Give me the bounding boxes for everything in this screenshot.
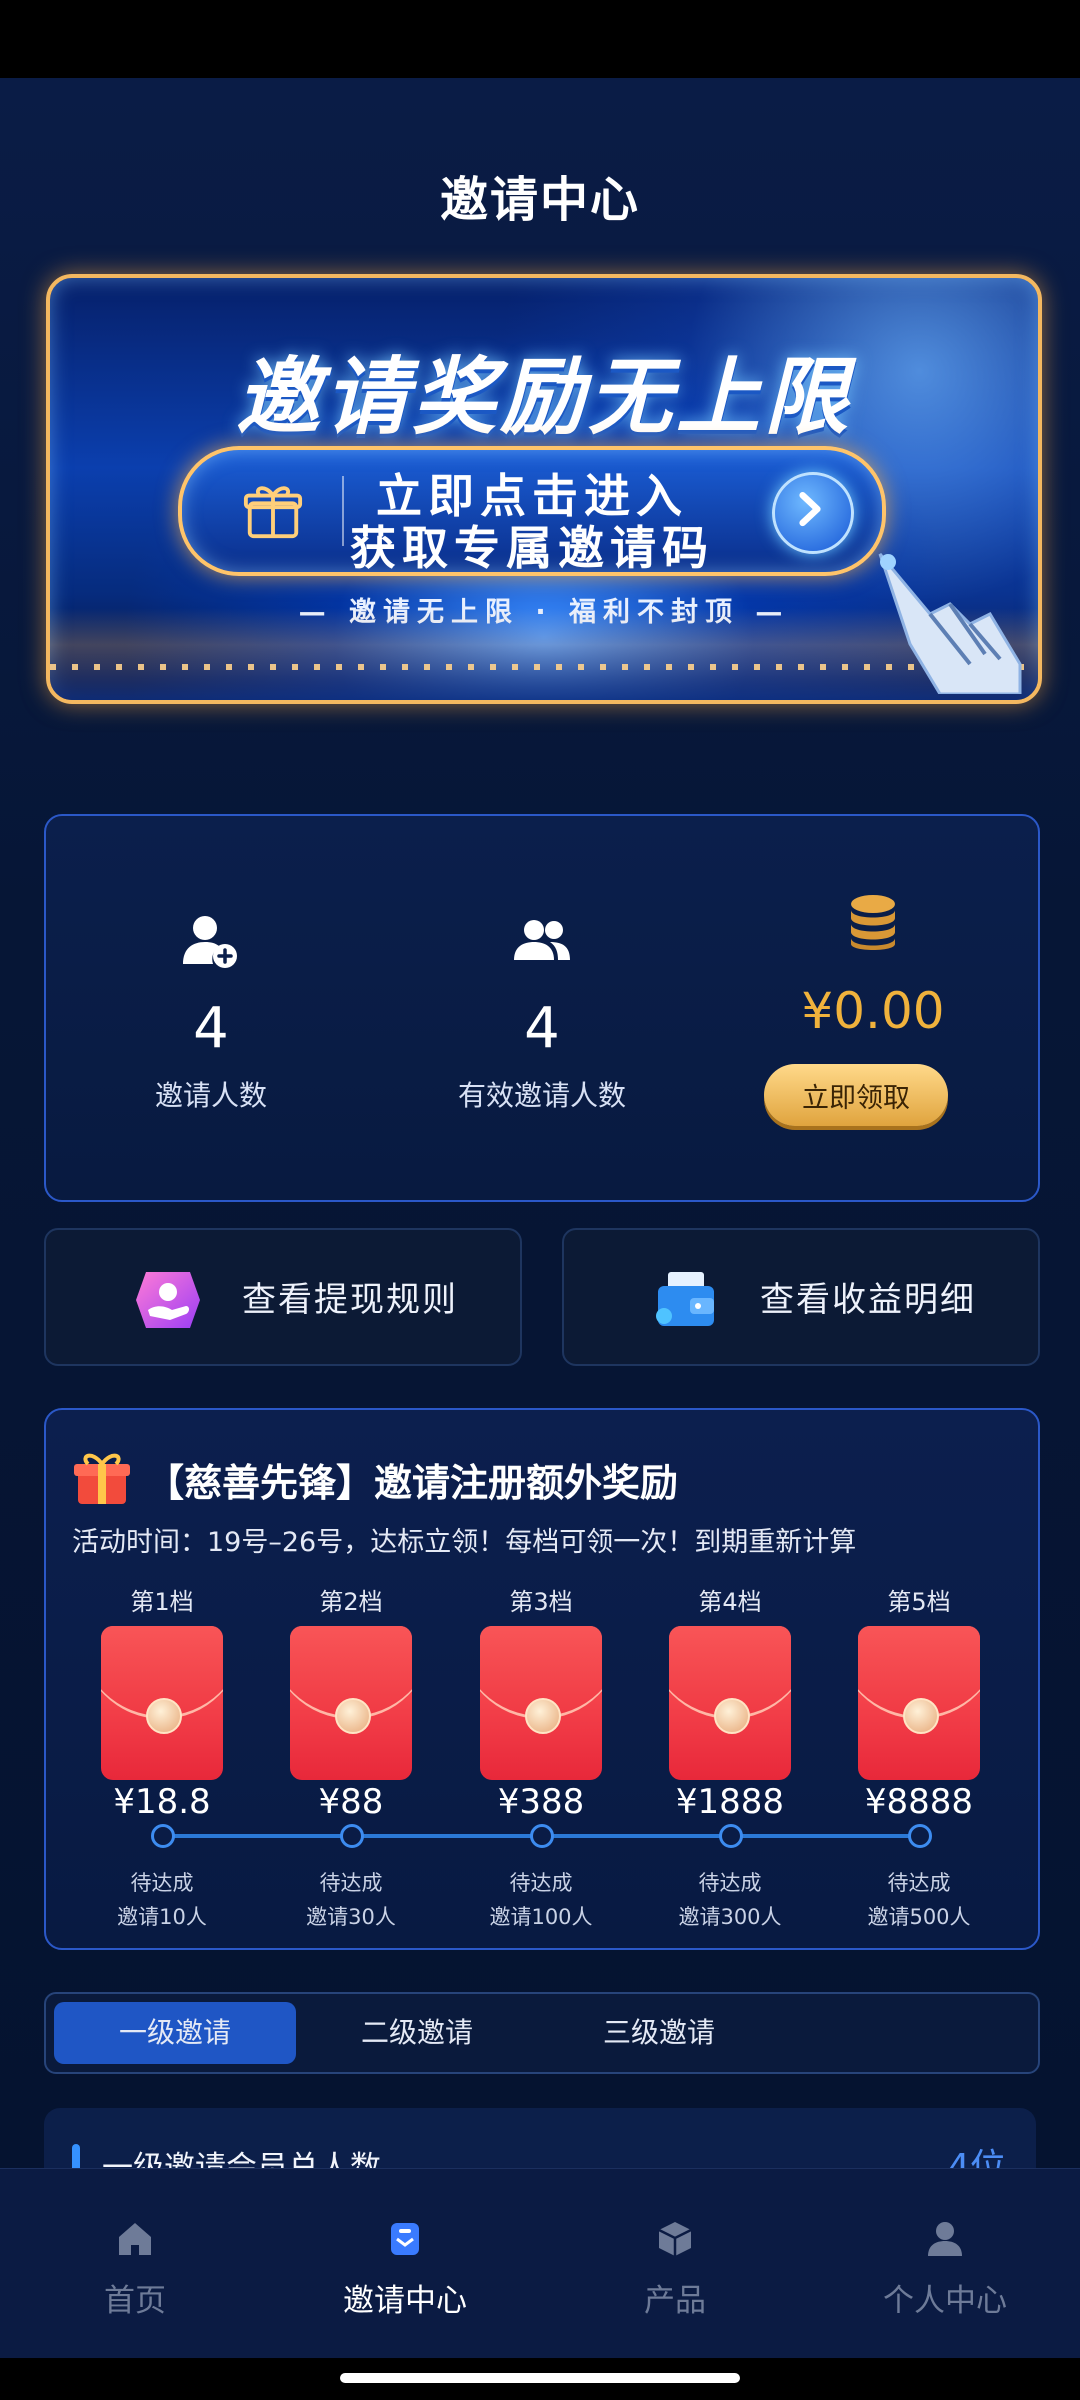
chevron-right-icon[interactable] bbox=[772, 472, 854, 554]
nav-item-products[interactable]: 产品 bbox=[540, 2219, 810, 2320]
invite-banner[interactable]: 邀请奖励无上限 立即点击进入 获取专属邀请码 — 邀请无上限 · 福利不封顶 — bbox=[46, 274, 1042, 704]
red-envelope-icon bbox=[480, 1626, 602, 1780]
hand-coin-icon bbox=[136, 1272, 200, 1328]
tier-amount: ¥88 bbox=[318, 1782, 384, 1822]
progress-dot bbox=[151, 1824, 175, 1848]
nav-label: 产品 bbox=[644, 2283, 706, 2319]
progress-dot bbox=[340, 1824, 364, 1848]
nav-label: 首页 bbox=[104, 2283, 166, 2319]
tier-name: 第5档 bbox=[887, 1588, 951, 1616]
invite-icon bbox=[391, 2223, 419, 2255]
income-details-label: 查看收益明细 bbox=[760, 1280, 976, 1320]
nav-label: 邀请中心 bbox=[343, 2283, 467, 2319]
withdraw-rules-tile[interactable]: 查看提现规则 bbox=[44, 1228, 522, 1366]
cta-line-2: 获取专属邀请码 bbox=[350, 521, 714, 575]
reward-tier[interactable]: 第4档 ¥1888 待达成 邀请300人 bbox=[655, 1582, 805, 1934]
reward-subtitle: 活动时间：19号–26号，达标立领！每档可领一次！到期重新计算 bbox=[72, 1527, 857, 1558]
page: 邀请中心 邀请奖励无上限 立即点击进入 获取专属邀请码 — 邀请无上限 · 福利… bbox=[0, 78, 1080, 2216]
tier-name: 第4档 bbox=[698, 1588, 762, 1616]
status-bar bbox=[0, 0, 1080, 78]
box-icon bbox=[658, 2222, 692, 2256]
reward-card: 【慈善先锋】邀请注册额外奖励 活动时间：19号–26号，达标立领！每档可领一次！… bbox=[44, 1408, 1040, 1950]
gift-box-icon bbox=[74, 1453, 130, 1504]
income-details-tile[interactable]: 查看收益明细 bbox=[562, 1228, 1040, 1366]
nav-item-home[interactable]: 首页 bbox=[0, 2219, 270, 2320]
stats-card: 4 邀请人数 4 有效邀请人数 ¥0.00 立即领取 bbox=[44, 814, 1040, 1202]
person-icon bbox=[928, 2222, 962, 2256]
valid-invite-count-value: 4 bbox=[524, 996, 560, 1061]
tier-status: 待达成 邀请10人 bbox=[117, 1871, 207, 1929]
tier-status: 待达成 邀请100人 bbox=[489, 1871, 593, 1929]
red-envelope-icon bbox=[858, 1626, 980, 1780]
tab-level-3[interactable]: 三级邀请 bbox=[538, 2002, 780, 2064]
invite-count-value: 4 bbox=[193, 996, 229, 1061]
tier-amount: ¥1888 bbox=[675, 1782, 785, 1822]
tier-amount: ¥8888 bbox=[864, 1782, 974, 1822]
reward-tier[interactable]: 第1档 ¥18.8 待达成 邀请10人 bbox=[87, 1582, 237, 1934]
invite-count-label: 邀请人数 bbox=[154, 1079, 267, 1112]
withdraw-rules-label: 查看提现规则 bbox=[242, 1280, 458, 1320]
page-title: 邀请中心 bbox=[439, 172, 640, 228]
nav-item-profile[interactable]: 个人中心 bbox=[810, 2219, 1080, 2320]
wallet-icon bbox=[656, 1272, 714, 1326]
reward-title: 【慈善先锋】邀请注册额外奖励 bbox=[146, 1461, 679, 1505]
tier-status: 待达成 邀请500人 bbox=[867, 1871, 971, 1929]
valid-invite-count-stat: 4 有效邀请人数 bbox=[377, 816, 707, 1200]
robot-hand-icon bbox=[878, 553, 1022, 694]
claim-now-button[interactable]: 立即领取 bbox=[764, 1064, 948, 1126]
reward-tier[interactable]: 第2档 ¥88 待达成 邀请30人 bbox=[276, 1582, 426, 1934]
tier-name: 第1档 bbox=[130, 1588, 194, 1616]
tier-amount: ¥18.8 bbox=[113, 1782, 211, 1822]
users-icon bbox=[514, 920, 570, 960]
progress-dot bbox=[908, 1824, 932, 1848]
tab-level-1[interactable]: 一级邀请 bbox=[54, 2002, 296, 2064]
tier-name: 第2档 bbox=[319, 1588, 383, 1616]
tier-status: 待达成 邀请30人 bbox=[306, 1871, 396, 1929]
valid-invite-count-label: 有效邀请人数 bbox=[457, 1079, 626, 1112]
progress-dot bbox=[530, 1824, 554, 1848]
red-envelope-icon bbox=[290, 1626, 412, 1780]
red-envelope-icon bbox=[669, 1626, 791, 1780]
earnings-stat: ¥0.00 bbox=[708, 816, 1038, 1200]
reward-tier[interactable]: 第5档 ¥8888 待达成 邀请500人 bbox=[844, 1582, 994, 1934]
reward-tier[interactable]: 第3档 ¥388 待达成 邀请100人 bbox=[466, 1582, 616, 1934]
tab-level-2[interactable]: 二级邀请 bbox=[296, 2002, 538, 2064]
nav-item-invite-center[interactable]: 邀请中心 bbox=[270, 2219, 540, 2320]
red-envelope-icon bbox=[101, 1626, 223, 1780]
earnings-value: ¥0.00 bbox=[801, 982, 945, 1040]
tier-name: 第3档 bbox=[509, 1588, 573, 1616]
user-add-icon bbox=[183, 916, 237, 968]
tier-amount: ¥388 bbox=[497, 1782, 585, 1822]
nav-label: 个人中心 bbox=[883, 2283, 1007, 2319]
tier-status: 待达成 邀请300人 bbox=[678, 1871, 782, 1929]
gift-icon bbox=[243, 486, 303, 539]
banner-headline: 邀请奖励无上限 bbox=[235, 348, 852, 446]
invite-count-stat: 4 邀请人数 bbox=[46, 816, 376, 1200]
bottom-nav: 首页 邀请中心 产品 个人中心 bbox=[0, 2168, 1080, 2359]
get-invite-code-button[interactable]: 立即点击进入 获取专属邀请码 bbox=[178, 446, 886, 576]
progress-dot bbox=[719, 1824, 743, 1848]
coins-icon bbox=[851, 895, 895, 950]
home-indicator[interactable] bbox=[340, 2373, 740, 2383]
invite-level-tabs: 一级邀请 二级邀请 三级邀请 bbox=[44, 1992, 1040, 2074]
home-icon bbox=[119, 2223, 151, 2255]
